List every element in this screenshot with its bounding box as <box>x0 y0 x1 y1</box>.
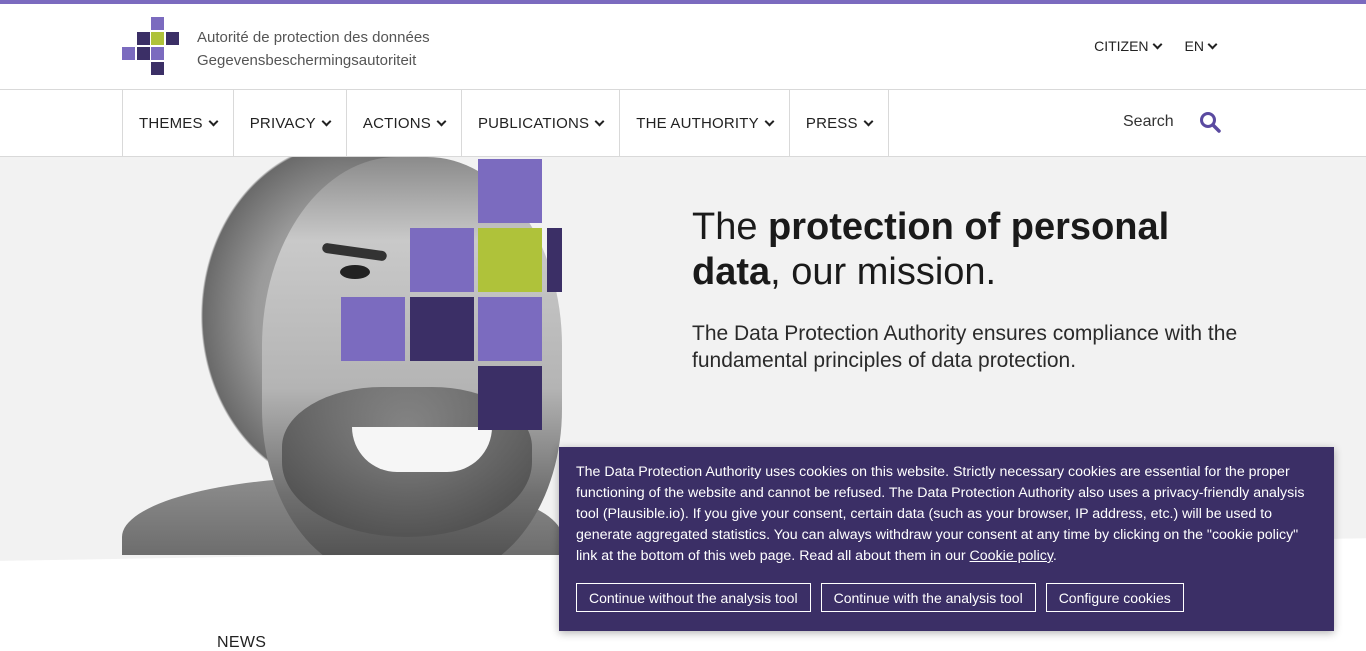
site-header: Autorité de protection des données Gegev… <box>0 4 1366 90</box>
nav-item-actions[interactable]: ACTIONS <box>347 90 462 156</box>
nav-item-label: ACTIONS <box>362 114 431 132</box>
nav-item-press[interactable]: PRESS <box>790 90 889 156</box>
authority-logo[interactable] <box>122 17 182 77</box>
decor-square <box>478 228 542 292</box>
cookie-banner-text: The Data Protection Authority uses cooki… <box>576 464 1305 564</box>
org-name-nl: Gegevensbeschermingsautoriteit <box>197 52 417 69</box>
chevron-down-icon <box>321 116 332 126</box>
decor-square <box>547 228 562 292</box>
nav-item-label: PUBLICATIONS <box>477 114 590 132</box>
chevron-down-icon <box>208 116 219 126</box>
chevron-down-icon <box>594 116 605 126</box>
cookie-policy-link[interactable]: Cookie policy <box>970 548 1053 564</box>
hero-portrait-image <box>122 157 562 555</box>
nav-item-themes[interactable]: THEMES <box>123 90 234 156</box>
nav-item-privacy[interactable]: PRIVACY <box>234 90 347 156</box>
chevron-down-icon <box>764 116 775 126</box>
top-links: CITIZEN EN <box>1094 38 1218 54</box>
main-navigation: THEMES PRIVACY ACTIONS PUBLICATIONS THE … <box>0 90 1366 157</box>
nav-item-label: THE AUTHORITY <box>636 114 759 132</box>
nav-item-label: THEMES <box>139 114 203 132</box>
continue-with-analysis-button[interactable]: Continue with the analysis tool <box>820 583 1036 612</box>
chevron-down-icon <box>1152 39 1162 49</box>
language-selector[interactable]: EN <box>1184 38 1218 54</box>
cookie-buttons: Continue without the analysis tool Conti… <box>576 583 1184 612</box>
audience-label: CITIZEN <box>1094 38 1149 54</box>
audience-selector[interactable]: CITIZEN <box>1094 38 1162 54</box>
decor-square <box>478 297 542 361</box>
hero-description: The Data Protection Authority ensures co… <box>692 322 1238 372</box>
cookie-banner: The Data Protection Authority uses cooki… <box>559 447 1334 631</box>
hero-title: The protection of personal data, our mis… <box>692 206 1170 293</box>
search-icon[interactable] <box>1198 110 1222 134</box>
nav-item-label: PRESS <box>805 114 858 132</box>
continue-without-analysis-button[interactable]: Continue without the analysis tool <box>576 583 811 612</box>
nav-item-label: PRIVACY <box>249 114 316 132</box>
chevron-down-icon <box>1207 39 1218 49</box>
decor-square <box>478 159 542 223</box>
news-heading: NEWS <box>217 634 267 651</box>
decor-square <box>410 228 474 292</box>
search-label[interactable]: Search <box>1123 113 1174 131</box>
org-name-fr: Autorité de protection des données <box>197 29 430 46</box>
chevron-down-icon <box>863 116 874 126</box>
decor-square <box>478 366 542 430</box>
decor-square <box>341 297 405 361</box>
configure-cookies-button[interactable]: Configure cookies <box>1045 583 1184 612</box>
organization-names: Autorité de protection des données Gegev… <box>197 26 430 72</box>
decor-square <box>410 297 474 361</box>
chevron-down-icon <box>436 116 447 126</box>
nav-item-the-authority[interactable]: THE AUTHORITY <box>620 90 790 156</box>
language-label: EN <box>1184 38 1204 54</box>
nav-item-publications[interactable]: PUBLICATIONS <box>462 90 621 156</box>
nav-menu: THEMES PRIVACY ACTIONS PUBLICATIONS THE … <box>122 90 889 156</box>
